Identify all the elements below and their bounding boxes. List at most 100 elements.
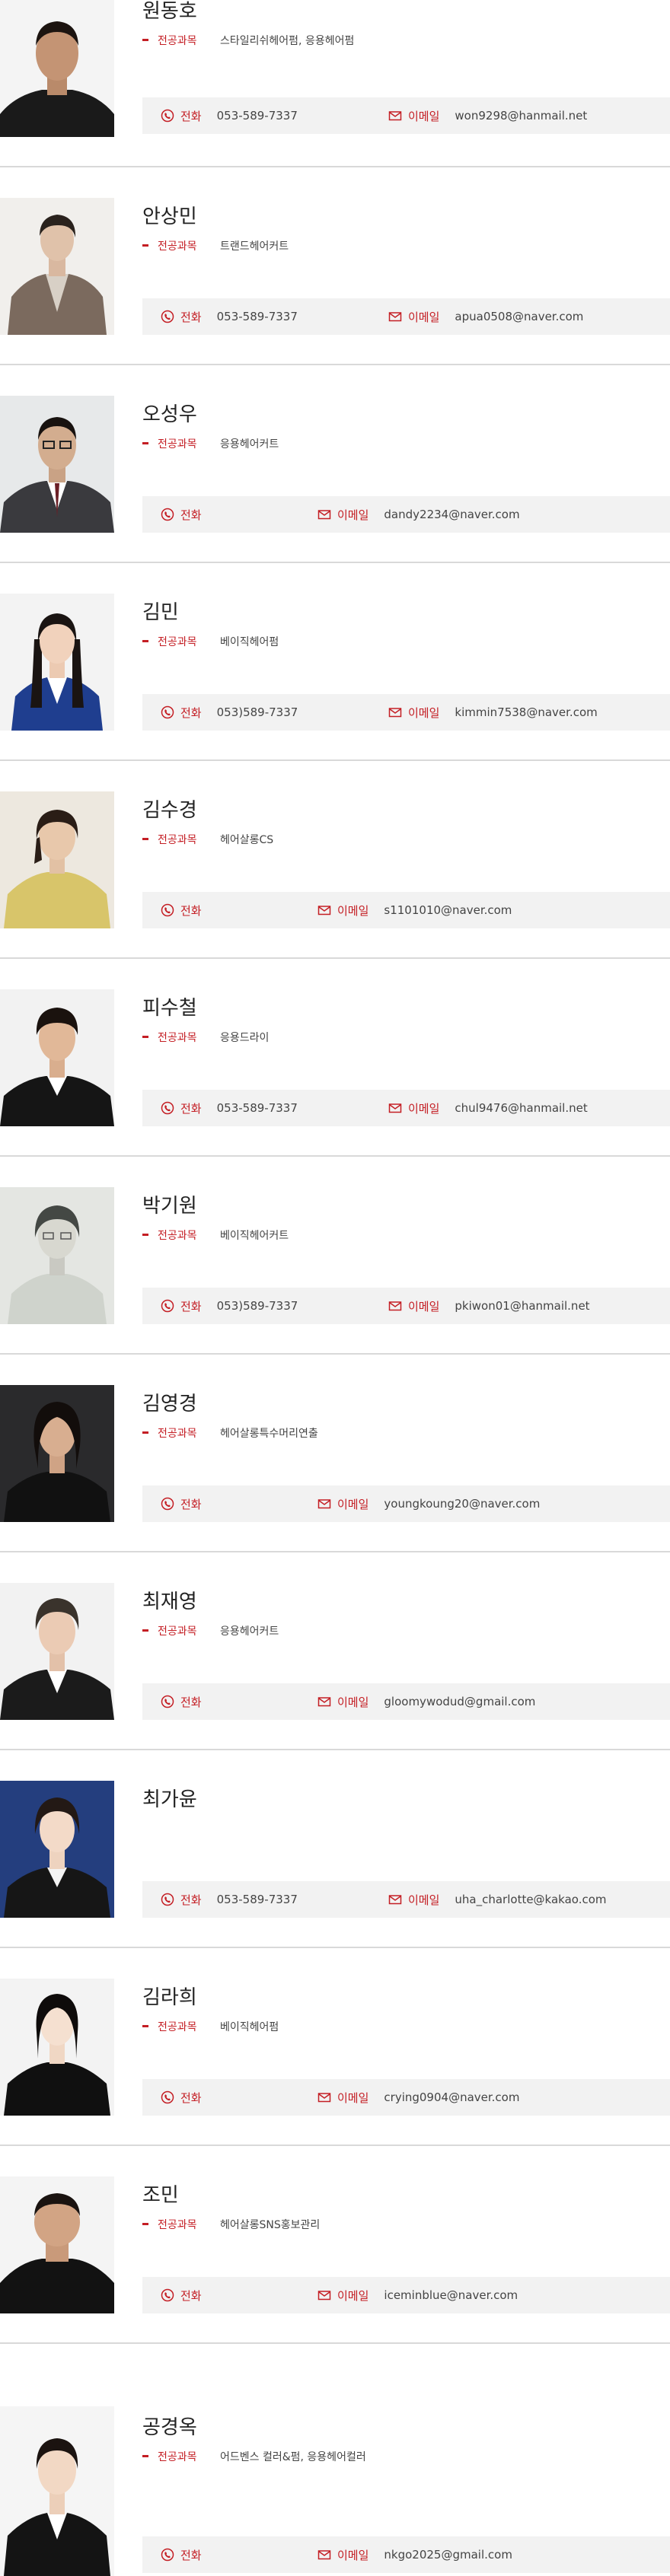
- email-address[interactable]: apua0508@naver.com: [455, 310, 583, 323]
- major-value: 응용드라이: [220, 1032, 270, 1044]
- email-address[interactable]: youngkoung20@naver.com: [384, 1497, 540, 1511]
- faculty-card: 오성우 전공과목 응용헤어커트 전화 이메일 dandy2234@naver.c…: [0, 365, 670, 563]
- faculty-info: 김민 전공과목 베이직헤어펌: [142, 601, 670, 650]
- contact-bar: 전화 053)589-7337 이메일 kimmin7538@naver.com: [142, 694, 670, 731]
- phone-contact: 전화 053-589-7337: [142, 1100, 388, 1116]
- major-label: 전공과목: [142, 2020, 220, 2035]
- email-address[interactable]: pkiwon01@hanmail.net: [455, 1299, 589, 1313]
- phone-number[interactable]: 053)589-7337: [217, 1299, 298, 1313]
- faculty-name: 원동호: [142, 0, 197, 23]
- faculty-photo: [0, 2176, 114, 2313]
- phone-number[interactable]: 053-589-7337: [217, 1101, 298, 1115]
- phone-label: 전화: [180, 1893, 202, 1907]
- email-address[interactable]: chul9476@hanmail.net: [455, 1101, 587, 1115]
- major-row: 전공과목 어드벤스 컬러&펌, 응용헤어컬러: [142, 2450, 670, 2465]
- phone-icon: [161, 109, 174, 123]
- major-label: 전공과목: [142, 437, 220, 452]
- phone-icon: [161, 2548, 174, 2562]
- faculty-info: 원동호 전공과목 스타일리쉬헤어펌, 응용헤어펌: [142, 0, 670, 49]
- phone-icon: [161, 1695, 174, 1708]
- major-value: 베이직헤어펌: [220, 2021, 279, 2033]
- email-contact: 이메일 youngkoung20@naver.com: [317, 1496, 540, 1512]
- faculty-name: 조민: [142, 2184, 179, 2207]
- faculty-photo: [0, 1979, 114, 2116]
- envelope-icon: [317, 1697, 331, 1707]
- major-value: 헤어살롱특수머리연출: [220, 1428, 318, 1440]
- phone-icon: [161, 310, 174, 323]
- email-address[interactable]: nkgo2025@gmail.com: [384, 2548, 512, 2562]
- faculty-card: 최재영 전공과목 응용헤어커트 전화 이메일 gloomywodud@gmail…: [0, 1552, 670, 1750]
- major-row: 전공과목 스타일리쉬헤어펌, 응용헤어펌: [142, 33, 670, 49]
- faculty-name: 김수경: [142, 799, 197, 822]
- phone-number[interactable]: 053-589-7337: [217, 109, 298, 123]
- phone-contact: 전화 053-589-7337: [142, 309, 388, 325]
- faculty-name: 김민: [142, 601, 179, 624]
- phone-label: 전화: [180, 109, 202, 123]
- phone-number[interactable]: 053-589-7337: [217, 310, 298, 323]
- email-label: 이메일: [408, 310, 440, 324]
- major-row: 전공과목 헤어살롱CS: [142, 833, 670, 848]
- contact-bar: 전화 053-589-7337 이메일 chul9476@hanmail.net: [142, 1090, 670, 1126]
- faculty-card: 원동호 전공과목 스타일리쉬헤어펌, 응용헤어펌 전화 053-589-7337…: [0, 0, 670, 167]
- email-label: 이메일: [337, 1497, 369, 1511]
- email-label: 이메일: [408, 705, 440, 720]
- email-address[interactable]: gloomywodud@gmail.com: [384, 1695, 535, 1708]
- phone-icon: [161, 1497, 174, 1511]
- email-address[interactable]: kimmin7538@naver.com: [455, 705, 597, 719]
- phone-contact: 전화: [142, 507, 317, 523]
- phone-number[interactable]: 053-589-7337: [217, 1893, 298, 1906]
- faculty-photo: [0, 198, 114, 335]
- envelope-icon: [317, 2291, 331, 2301]
- email-address[interactable]: uha_charlotte@kakao.com: [455, 1893, 606, 1906]
- phone-contact: 전화: [142, 1496, 317, 1512]
- contact-bar: 전화 이메일 dandy2234@naver.com: [142, 496, 670, 533]
- phone-number[interactable]: 053)589-7337: [217, 705, 298, 719]
- faculty-card: 김민 전공과목 베이직헤어펌 전화 053)589-7337 이메일 kimmi…: [0, 563, 670, 761]
- major-label: 전공과목: [142, 1624, 220, 1639]
- major-label: 전공과목: [142, 2218, 220, 2233]
- email-contact: 이메일 gloomywodud@gmail.com: [317, 1694, 535, 1710]
- faculty-card: 조민 전공과목 헤어살롱SNS홍보관리 전화 이메일 iceminblue@na…: [0, 2146, 670, 2344]
- faculty-info: 김영경 전공과목 헤어살롱특수머리연출: [142, 1393, 670, 1441]
- email-label: 이메일: [337, 2548, 369, 2562]
- major-value: 헤어살롱CS: [220, 834, 274, 846]
- phone-contact: 전화: [142, 2090, 317, 2106]
- faculty-card: 최가윤 전화 053-589-7337 이메일 uha_charlotte@ka…: [0, 1750, 670, 1948]
- faculty-info: 공경옥 전공과목 어드벤스 컬러&펌, 응용헤어컬러: [142, 2416, 670, 2465]
- envelope-icon: [388, 111, 402, 121]
- faculty-photo: [0, 1583, 114, 1720]
- email-contact: 이메일 iceminblue@naver.com: [317, 2288, 518, 2304]
- phone-label: 전화: [180, 310, 202, 324]
- faculty-photo: [0, 1781, 114, 1918]
- major-row: 전공과목 베이직헤어커트: [142, 1228, 670, 1243]
- faculty-name: 최재영: [142, 1590, 197, 1613]
- faculty-photo: [0, 0, 114, 137]
- faculty-info: 박기원 전공과목 베이직헤어커트: [142, 1195, 670, 1243]
- email-address[interactable]: crying0904@naver.com: [384, 2090, 519, 2104]
- phone-label: 전화: [180, 1101, 202, 1116]
- major-value: 스타일리쉬헤어펌, 응용헤어펌: [220, 35, 355, 47]
- major-label: 전공과목: [142, 635, 220, 650]
- major-value: 베이직헤어커트: [220, 1230, 289, 1242]
- major-value: 어드벤스 컬러&펌, 응용헤어컬러: [220, 2451, 366, 2463]
- envelope-icon: [388, 1301, 402, 1311]
- faculty-photo: [0, 2406, 114, 2576]
- major-label: 전공과목: [142, 1030, 220, 1046]
- envelope-icon: [317, 2093, 331, 2103]
- email-contact: 이메일 chul9476@hanmail.net: [388, 1100, 588, 1116]
- major-label: 전공과목: [142, 239, 220, 254]
- email-contact: 이메일 dandy2234@naver.com: [317, 507, 520, 523]
- email-address[interactable]: dandy2234@naver.com: [384, 508, 519, 521]
- contact-bar: 전화 053-589-7337 이메일 uha_charlotte@kakao.…: [142, 1881, 670, 1918]
- major-row: 전공과목 응용헤어커트: [142, 1624, 670, 1639]
- faculty-info: 김라희 전공과목 베이직헤어펌: [142, 1986, 670, 2035]
- contact-bar: 전화 이메일 nkgo2025@gmail.com: [142, 2536, 670, 2573]
- faculty-card: 공경옥 전공과목 어드벤스 컬러&펌, 응용헤어컬러 전화 이메일 nkgo20…: [0, 2344, 670, 2576]
- envelope-icon: [317, 906, 331, 915]
- faculty-info: 피수철 전공과목 응용드라이: [142, 997, 670, 1046]
- email-address[interactable]: s1101010@naver.com: [384, 903, 512, 917]
- faculty-info: 오성우 전공과목 응용헤어커트: [142, 403, 670, 452]
- email-address[interactable]: won9298@hanmail.net: [455, 109, 587, 123]
- contact-bar: 전화 이메일 gloomywodud@gmail.com: [142, 1683, 670, 1720]
- email-address[interactable]: iceminblue@naver.com: [384, 2288, 518, 2302]
